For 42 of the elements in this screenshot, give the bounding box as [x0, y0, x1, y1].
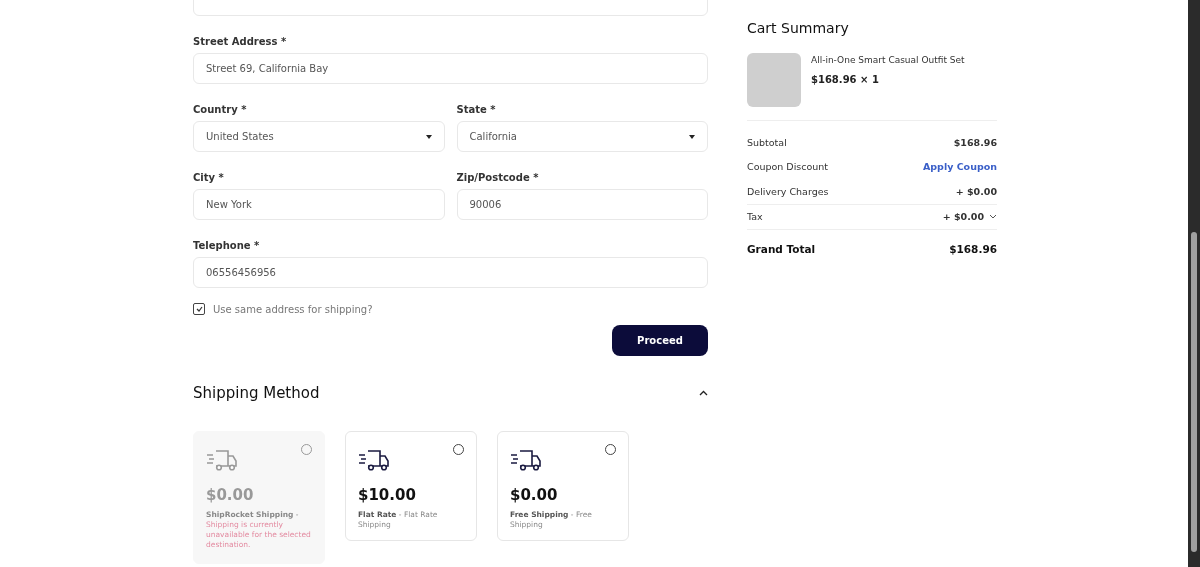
scrollbar[interactable] [1188, 0, 1200, 567]
summary-value: $168.96 [953, 136, 997, 148]
input-field[interactable]: New York [193, 189, 445, 220]
dropdown-field[interactable]: California [456, 121, 708, 152]
product-name: All-in-One Smart Casual Outfit Set [811, 55, 965, 65]
proceed-button[interactable]: Proceed [612, 325, 708, 356]
checkbox[interactable] [193, 303, 205, 315]
summary-value: + $0.00 [942, 211, 984, 223]
checkbox-label: Use same address for shipping? [213, 303, 373, 315]
shipping-price: $0.00 [510, 486, 558, 504]
summary-label: Subtotal [747, 136, 787, 148]
photo-placeholder [747, 53, 801, 107]
scrollbar-thumb[interactable] [1191, 232, 1197, 552]
summary-label: Coupon Discount [747, 161, 829, 173]
summary-value: + $0.00 [955, 185, 997, 197]
input-field[interactable]: 06556456956 [193, 257, 708, 288]
field-label: Zip/Postcode * [456, 172, 539, 183]
dropdown-field[interactable]: United States [193, 121, 445, 152]
input-field[interactable]: 90006 [456, 189, 708, 220]
product-price: $168.96 × 1 [811, 74, 879, 85]
section-title: Shipping Method [193, 384, 320, 402]
delivery-truck-icon [510, 448, 542, 472]
summary-value: $168.96 [949, 242, 997, 255]
field-label: Telephone * [193, 240, 260, 251]
cart-summary-title: Cart Summary [747, 20, 849, 36]
shipping-price: $0.00 [206, 486, 254, 504]
summary-label: Grand Total [747, 242, 816, 255]
caret-icon [425, 134, 432, 139]
summary-label: Delivery Charges [747, 185, 829, 197]
shipping-price: $10.00 [358, 486, 416, 504]
field-label: City * [193, 172, 224, 183]
field-label: Street Address * [193, 36, 287, 47]
field-label: Country * [193, 104, 247, 115]
chevron-up-icon[interactable] [699, 390, 708, 396]
input-field[interactable]: Street 69, California Bay [193, 53, 708, 84]
delivery-truck-icon [206, 448, 238, 472]
delivery-truck-icon [358, 448, 390, 472]
caret-icon [689, 134, 695, 139]
apply-coupon-link[interactable]: Apply Coupon [922, 161, 997, 173]
chevron-down-icon[interactable] [989, 214, 997, 220]
summary-label: Tax [747, 211, 763, 223]
field-label: State * [456, 104, 496, 115]
